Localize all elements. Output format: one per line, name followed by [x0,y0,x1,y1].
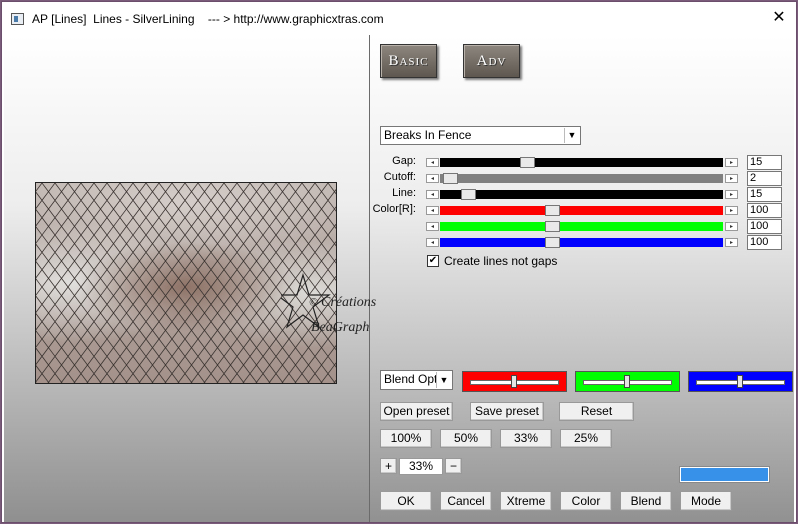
color-slider[interactable] [575,371,680,392]
chevron-right-icon[interactable]: ▸ [725,190,738,199]
slider-thumb[interactable] [545,237,560,248]
chevron-right-icon[interactable]: ▸ [725,174,738,183]
slider-thumb[interactable] [545,221,560,232]
zoom-value-field[interactable]: 33% [399,458,443,475]
color-slider[interactable] [462,371,567,392]
color-button[interactable]: Color [560,491,612,511]
mode-button[interactable]: Mode [680,491,732,511]
effect-select-value: Breaks In Fence [384,128,472,142]
ok-button[interactable]: OK [380,491,432,511]
zoom-33-button[interactable]: 33% [500,429,552,448]
blend-select-value: Blend Opti [384,372,441,386]
slider-value-field[interactable]: 15 [747,155,782,170]
color-slider-thumb[interactable] [511,375,517,388]
window-title: AP [Lines] Lines - SilverLining --- > ht… [32,12,384,26]
slider-value-field[interactable]: 100 [747,219,782,234]
create-lines-label: Create lines not gaps [444,254,558,268]
chevron-left-icon[interactable]: ◂ [426,238,439,247]
checkmark-icon: ✔ [428,255,438,266]
slider-thumb[interactable] [520,157,535,168]
open-preset-button[interactable]: Open preset [380,402,453,421]
chevron-left-icon[interactable]: ◂ [426,174,439,183]
slider-track[interactable] [440,173,723,184]
slider-track[interactable] [440,237,723,248]
xtreme-button[interactable]: Xtreme [500,491,552,511]
basic-mode-button[interactable]: Basic [380,44,437,78]
chevron-left-icon[interactable]: ◂ [426,190,439,199]
slider-value-field[interactable]: 100 [747,235,782,250]
blend-button[interactable]: Blend [620,491,672,511]
slider-label: Cutoff: [383,171,416,183]
reset-button[interactable]: Reset [559,402,634,421]
watermark-line2: BeaGraph [311,320,369,335]
controls-panel: Basic Adv Breaks In Fence ▼ Gap: ◂ ▸ 15 Cuto… [370,35,794,522]
zoom-in-button[interactable]: + [380,458,397,474]
client-area: Basic Adv Breaks In Fence ▼ Gap: ◂ ▸ 15 Cuto… [4,35,794,522]
mesh-line [36,382,37,383]
slider-label: Gap: [392,155,416,167]
watermark-line1: Créations [321,295,377,310]
watermark-logo: © Créations BeaGraph [281,273,377,335]
mesh-line [36,347,63,383]
cancel-button[interactable]: Cancel [440,491,492,511]
slider-value-field[interactable]: 15 [747,187,782,202]
plugin-window: AP [Lines] Lines - SilverLining --- > ht… [1,1,797,523]
slider-track[interactable] [440,205,723,216]
create-lines-checkbox[interactable]: ✔ [427,255,439,267]
color-slider-thumb[interactable] [624,375,630,388]
window-app-icon [11,13,24,25]
slider-track[interactable] [440,189,723,200]
zoom-out-button[interactable]: − [445,458,462,474]
chevron-right-icon[interactable]: ▸ [725,206,738,215]
zoom-25-button[interactable]: 25% [560,429,612,448]
zoom-100-button[interactable]: 100% [380,429,432,448]
slider-track[interactable] [440,221,723,232]
save-preset-button[interactable]: Save preset [470,402,544,421]
close-icon[interactable]: ✕ [770,8,788,28]
slider-thumb[interactable] [461,189,476,200]
chevron-down-icon[interactable]: ▼ [436,372,451,388]
slider-value-field[interactable]: 100 [747,203,782,218]
effect-select[interactable]: Breaks In Fence ▼ [380,126,581,145]
title-bar[interactable]: AP [Lines] Lines - SilverLining --- > ht… [2,2,796,35]
chevron-right-icon[interactable]: ▸ [725,158,738,167]
slider-label: Line: [392,187,416,199]
chevron-left-icon[interactable]: ◂ [426,158,439,167]
mesh-line [36,183,82,244]
watermark-copyright: © [309,295,318,309]
chevron-right-icon[interactable]: ▸ [725,238,738,247]
slider-thumb[interactable] [443,173,458,184]
color-slider[interactable] [688,371,793,392]
adv-mode-button[interactable]: Adv [463,44,520,78]
slider-thumb[interactable] [545,205,560,216]
color-swatch[interactable] [680,467,769,482]
chevron-right-icon[interactable]: ▸ [725,222,738,231]
zoom-50-button[interactable]: 50% [440,429,492,448]
slider-label: Color[R]: [372,203,416,215]
blend-select[interactable]: Blend Opti ▼ [380,370,453,390]
slider-value-field[interactable]: 2 [747,171,782,186]
slider-track[interactable] [440,157,723,168]
mesh-line [36,261,128,383]
color-slider-thumb[interactable] [737,375,743,388]
chevron-left-icon[interactable]: ◂ [426,206,439,215]
chevron-down-icon[interactable]: ▼ [564,128,579,143]
chevron-left-icon[interactable]: ◂ [426,222,439,231]
